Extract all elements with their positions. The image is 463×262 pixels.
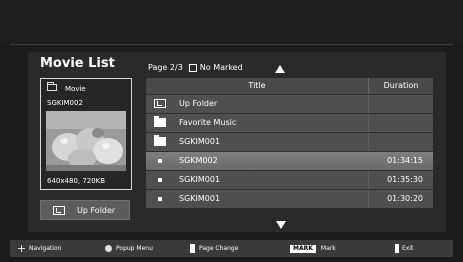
help-popup-menu-label: Popup Menu xyxy=(116,245,153,252)
help-page-change-label: Page Change xyxy=(199,245,239,252)
row-title: SGKM002 xyxy=(179,156,218,165)
preview-box: Movie SGKIM002 640x480, 720KB xyxy=(40,78,132,190)
row-duration: 01:30:20 xyxy=(387,194,423,203)
help-mark-label: Mark xyxy=(320,245,336,252)
column-divider xyxy=(368,133,369,151)
file-icon xyxy=(158,159,162,163)
help-page-change: Page Change xyxy=(190,240,238,257)
table-row[interactable]: Favorite Music xyxy=(146,113,433,132)
top-bar xyxy=(0,0,463,44)
help-exit-label: Exit xyxy=(402,245,414,252)
folder-icon xyxy=(154,116,166,127)
row-title: SGKIM001 xyxy=(179,137,221,146)
exit-icon xyxy=(395,244,399,253)
help-bar: Navigation Popup Menu Page Change MARK M… xyxy=(10,240,453,257)
marked-status: No Marked xyxy=(199,63,243,72)
page-number: Page 2/3 xyxy=(148,63,183,72)
table-row[interactable]: SGKIM001 xyxy=(146,132,433,151)
help-mark: MARK Mark xyxy=(290,240,336,257)
mark-key-icon: MARK xyxy=(290,244,316,253)
row-title: SGKIM001 xyxy=(179,175,221,184)
column-header-duration: Duration xyxy=(368,78,433,94)
help-exit: Exit xyxy=(395,240,413,257)
folder-icon xyxy=(47,82,57,91)
scroll-down-arrow-icon[interactable] xyxy=(276,221,286,229)
table-row[interactable]: Up Folder xyxy=(146,94,433,113)
table-header: Title Duration xyxy=(146,78,433,94)
column-divider xyxy=(368,171,369,189)
row-duration: 01:35:30 xyxy=(387,175,423,184)
column-divider xyxy=(368,190,369,208)
up-folder-button-label: Up Folder xyxy=(77,206,116,215)
file-icon xyxy=(158,197,162,201)
page-info: Page 2/3 No Marked xyxy=(148,63,243,72)
help-popup-menu: Popup Menu xyxy=(105,240,153,257)
folder-icon xyxy=(154,135,166,146)
help-navigation: Navigation xyxy=(18,240,61,257)
up-folder-button[interactable]: Up Folder xyxy=(40,200,130,220)
preview-thumbnail-image xyxy=(46,111,126,171)
table-row[interactable]: SGKIM001 01:30:20 xyxy=(146,189,433,208)
fruit-thumbnail-graphic xyxy=(46,111,126,171)
row-duration: 01:34:15 xyxy=(387,156,423,165)
folder-up-icon xyxy=(53,206,65,215)
preview-item-name: SGKIM002 xyxy=(47,99,83,107)
page-change-icon xyxy=(190,244,195,253)
top-divider xyxy=(10,44,453,45)
column-divider xyxy=(368,95,369,113)
column-divider xyxy=(368,114,369,132)
page-title: Movie List xyxy=(40,56,115,71)
row-title: Up Folder xyxy=(179,99,218,108)
column-header-title: Title xyxy=(248,81,266,90)
table-row[interactable]: SGKIM001 01:35:30 xyxy=(146,170,433,189)
scroll-up-arrow-icon[interactable] xyxy=(275,65,285,73)
help-navigation-label: Navigation xyxy=(29,245,62,252)
preview-resolution: 640x480, 720KB xyxy=(47,177,106,185)
row-title: Favorite Music xyxy=(179,118,237,127)
file-table: Title Duration Up Folder Favorite Music … xyxy=(146,78,433,208)
table-row-selected[interactable]: SGKM002 01:34:15 xyxy=(146,151,433,170)
screen: Movie List Page 2/3 No Marked Movie SGKI… xyxy=(0,0,463,262)
file-icon xyxy=(158,178,162,182)
preview-folder-label: Movie xyxy=(65,85,86,93)
navigation-arrows-icon xyxy=(18,245,25,252)
folder-up-icon xyxy=(154,99,166,108)
row-title: SGKIM001 xyxy=(179,194,221,203)
ok-button-icon xyxy=(105,245,112,252)
checkbox-icon xyxy=(188,63,197,72)
